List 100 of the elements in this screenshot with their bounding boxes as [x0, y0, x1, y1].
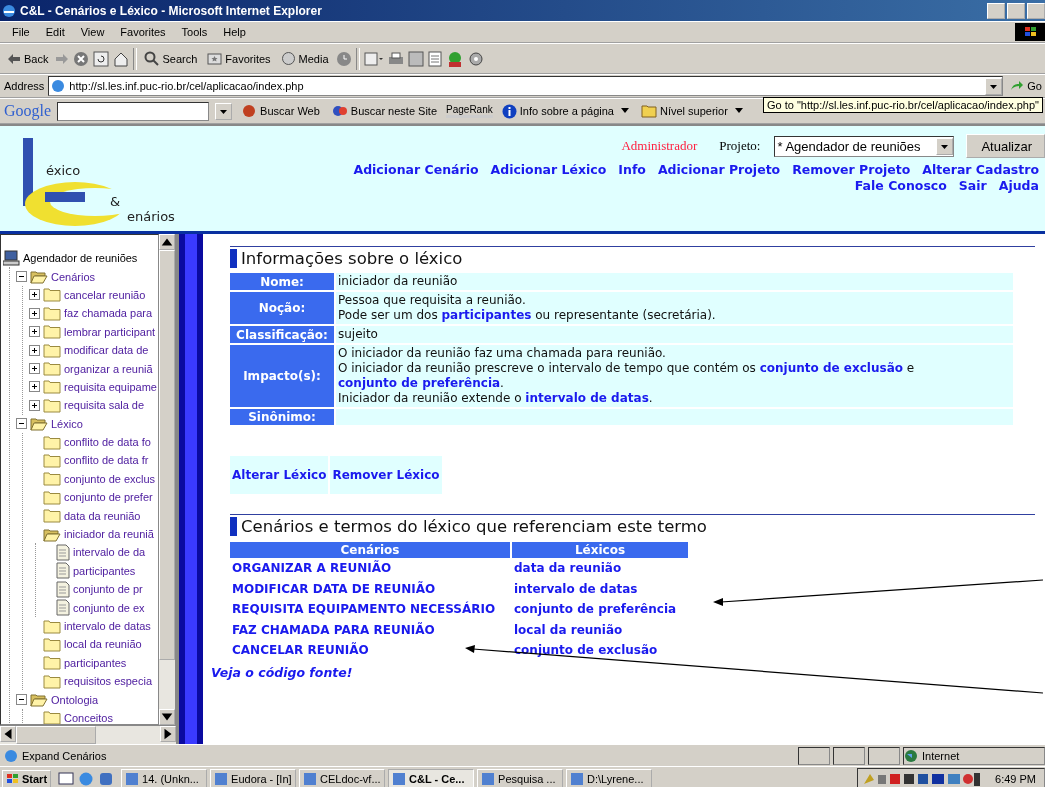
home-icon[interactable] [113, 50, 130, 67]
reference-link[interactable]: REQUISITA EQUIPAMENTO NECESSÁRIO [232, 602, 496, 617]
tree-item[interactable]: cancelar reunião [64, 288, 146, 301]
reference-link[interactable]: FAZ CHAMADA PARA REUNIÃO [232, 622, 435, 637]
nav-link[interactable]: Ajuda [998, 178, 1039, 193]
tree-item[interactable]: requisitos especia [64, 675, 153, 688]
stop-icon[interactable] [73, 50, 90, 67]
media-icon[interactable] [98, 770, 115, 787]
reference-link[interactable]: MODIFICAR DATA DE REUNIÃO [232, 581, 436, 596]
term-link[interactable]: conjunto de exclusão [759, 361, 903, 375]
google-toolbar-logo[interactable]: Google [4, 102, 52, 120]
desktop-icon[interactable] [58, 770, 75, 787]
tree-item[interactable]: intervalo de datas [64, 620, 151, 632]
project-select[interactable]: * Agendador de reuniões [774, 135, 955, 157]
tree-item[interactable]: conjunto de pr [73, 583, 143, 596]
tree-item[interactable]: Conceitos [64, 711, 113, 724]
scroll-down-icon[interactable] [159, 709, 175, 725]
tree-item[interactable]: local da reunião [64, 638, 142, 651]
tree-item[interactable]: Ontologia [51, 693, 99, 706]
expand-icon[interactable] [29, 344, 40, 356]
address-field[interactable]: http://sl.les.inf.puc-rio.br/cel/aplicacao/index.php [48, 76, 1004, 96]
scroll-thumb[interactable] [16, 726, 96, 744]
expand-icon[interactable] [29, 326, 40, 338]
maximize-button[interactable] [1007, 2, 1025, 19]
update-button[interactable]: Atualizar [966, 134, 1045, 158]
taskbar-button[interactable]: Eudora - [In] [210, 768, 297, 787]
reference-link[interactable]: CANCELAR REUNIÃO [232, 643, 369, 658]
tree-item[interactable]: faz chamada para [64, 307, 153, 320]
tree-item[interactable]: conflito de data fo [64, 436, 151, 449]
collapse-icon[interactable] [16, 418, 27, 430]
tree-item[interactable]: requisita sala de [64, 399, 145, 412]
favorites-button[interactable]: Favorites [204, 50, 274, 67]
tree-item[interactable]: iniciador da reuniã [64, 528, 154, 541]
expand-icon[interactable] [29, 399, 40, 411]
tree-item[interactable]: intervalo de da [73, 546, 146, 559]
reference-link[interactable]: data da reunião [514, 561, 622, 576]
tree-item[interactable]: Léxico [51, 417, 83, 430]
nav-link[interactable]: Info [618, 162, 646, 177]
dropdown-icon[interactable] [985, 77, 1003, 95]
nav-link[interactable]: Remover Projeto [792, 162, 911, 177]
mail-icon[interactable] [363, 50, 384, 67]
reference-link[interactable]: conjunto de exclusão [514, 643, 658, 658]
source-link[interactable]: Veja o código fonte! [211, 664, 353, 680]
taskbar-button[interactable]: 14. (Unkn... [121, 768, 208, 787]
start-button[interactable]: Start [2, 769, 52, 787]
google-search-field[interactable] [57, 101, 210, 121]
expand-icon[interactable] [29, 289, 40, 301]
vertical-scrollbar[interactable] [159, 234, 176, 725]
expand-icon[interactable] [29, 307, 40, 319]
tree-item[interactable]: participantes [73, 564, 136, 577]
notepad-icon[interactable] [427, 50, 442, 67]
gear-icon[interactable] [467, 50, 484, 67]
dropdown-icon[interactable] [215, 102, 233, 120]
go-button[interactable]: Go [1007, 78, 1045, 94]
nav-link[interactable]: Adicionar Cenário [353, 162, 479, 177]
tree-item[interactable]: conflito de data fr [64, 454, 149, 467]
tree-item[interactable]: participantes [64, 656, 127, 669]
nav-link[interactable]: Adicionar Projeto [657, 162, 781, 177]
expand-icon[interactable] [29, 363, 40, 375]
reference-link[interactable]: intervalo de datas [514, 581, 638, 596]
menu-item[interactable]: Tools [173, 24, 216, 40]
taskbar-button[interactable]: C&L - Ce... [388, 768, 475, 787]
tree-item[interactable]: conjunto de ex [73, 601, 145, 614]
print-icon[interactable] [387, 50, 404, 67]
term-link[interactable]: intervalo de datas [525, 391, 649, 405]
tree-item[interactable]: conjunto de exclus [64, 472, 156, 485]
collapse-icon[interactable] [16, 694, 27, 706]
tree-item[interactable]: Cenários [51, 270, 96, 283]
taskbar-button[interactable]: Pesquisa ... [477, 768, 564, 787]
nav-link[interactable]: Adicionar Léxico [490, 162, 607, 177]
reference-link[interactable]: local da reunião [514, 622, 623, 637]
taskbar-button[interactable]: D:\Lyrene... [566, 768, 653, 787]
up-level-button[interactable]: Nível superior [637, 102, 746, 120]
minimize-button[interactable] [987, 2, 1005, 19]
menu-item[interactable]: View [72, 24, 113, 40]
reference-link[interactable]: ORGANIZAR A REUNIÃO [232, 561, 392, 576]
scroll-right-icon[interactable] [160, 726, 176, 742]
expand-icon[interactable] [29, 381, 40, 393]
scroll-thumb[interactable] [159, 250, 175, 660]
scroll-up-icon[interactable] [159, 234, 175, 250]
media-button[interactable]: Media [277, 49, 332, 68]
tree-item[interactable]: modificar data de [64, 344, 149, 357]
menu-item[interactable]: Edit [37, 24, 73, 40]
close-button[interactable] [1027, 2, 1045, 19]
page-info-button[interactable]: Info sobre a página [498, 101, 632, 121]
collapse-icon[interactable] [16, 271, 27, 283]
action-link[interactable]: Remover Léxico [330, 456, 442, 494]
nav-link[interactable]: Fale Conosco [854, 178, 947, 193]
action-link[interactable]: Alterar Léxico [230, 456, 329, 494]
back-button[interactable]: Back [4, 50, 52, 67]
search-web-button[interactable]: Buscar Web [238, 102, 323, 120]
tree-item[interactable]: requisita equipame [64, 380, 157, 393]
search-site-button[interactable]: Buscar neste Site [328, 102, 441, 120]
scroll-left-icon[interactable] [0, 726, 16, 742]
menu-item[interactable]: File [4, 24, 38, 40]
tree-item[interactable]: organizar a reuniã [64, 362, 153, 375]
dropdown-icon[interactable] [936, 137, 954, 155]
tree-item[interactable]: conjunto de prefer [64, 491, 153, 504]
taskbar-button[interactable]: CELdoc-vf... [299, 768, 386, 787]
refresh-icon[interactable] [93, 50, 110, 67]
